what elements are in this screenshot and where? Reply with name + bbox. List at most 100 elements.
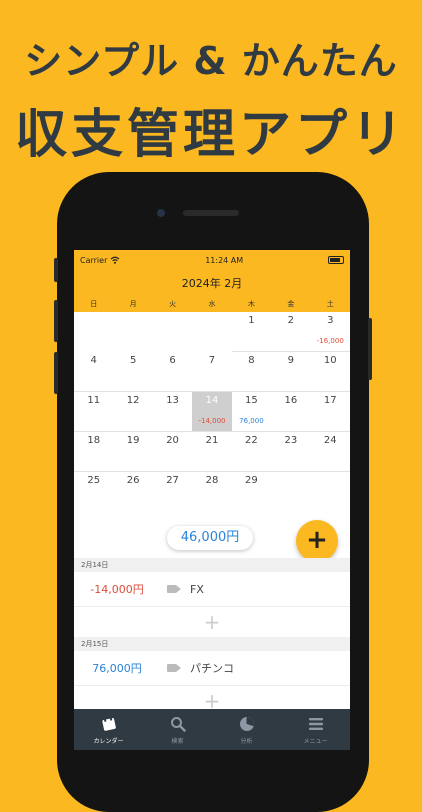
weekday-label: 金 (287, 300, 295, 308)
menu-icon (308, 715, 324, 733)
calendar-day-cell[interactable]: 5 (113, 352, 153, 392)
calendar-empty-cell (113, 312, 152, 352)
calendar-day-cell[interactable]: 11 (74, 392, 114, 432)
weekday-label: 水 (208, 300, 216, 308)
calendar-day-cell[interactable]: 19 (113, 432, 153, 472)
phone-volume-up-button (54, 300, 58, 342)
day-number: 9 (287, 355, 295, 366)
calendar-day-cell[interactable]: 29 (232, 472, 271, 512)
tab-calendar[interactable]: カレンダー (74, 709, 143, 750)
tag-icon (160, 664, 182, 672)
day-number: 25 (87, 475, 101, 486)
tab-search[interactable]: 検索 (143, 709, 212, 750)
day-number: 15 (245, 395, 258, 406)
calendar-empty-cell (271, 472, 310, 512)
day-number: 17 (323, 395, 337, 406)
entry-category: パチンコ (190, 662, 234, 675)
day-number: 3 (327, 315, 334, 326)
tab-bar: カレンダー 検索 分析 メニュー (74, 709, 350, 750)
day-number: 14 (205, 395, 219, 406)
headline-line-2: 収支管理アプリ (14, 105, 407, 165)
day-number: 1 (248, 315, 255, 326)
day-number: 16 (284, 395, 298, 406)
day-number: 12 (126, 395, 140, 406)
entry-row[interactable]: -14,000円 FX (74, 572, 350, 607)
calendar-day-cell[interactable]: 3 -16,000 (310, 312, 350, 352)
calendar-day-cell[interactable]: 10 (310, 352, 350, 392)
calendar-day-cell[interactable]: 24 (310, 432, 350, 472)
app-screen: Carrier 11:24 AM 2024年 2月 日月火水木金土 1 2 3 -16… (74, 250, 350, 750)
carrier-label: Carrier (80, 255, 108, 265)
day-number: 11 (87, 395, 101, 406)
calendar-day-cell[interactable]: 4 (74, 352, 114, 392)
calendar-day-cell[interactable]: 22 (231, 432, 272, 472)
wifi-icon (110, 256, 120, 264)
day-number: 23 (284, 435, 298, 446)
calendar-day-cell[interactable]: 28 (192, 472, 231, 512)
status-bar: Carrier 11:24 AM (74, 250, 350, 270)
weekday-label: 火 (169, 300, 177, 308)
day-number: 21 (205, 435, 219, 446)
calendar-empty-cell (192, 312, 231, 352)
tag-shape (166, 585, 181, 593)
calendar-day-cell[interactable]: 25 (74, 472, 113, 512)
calendar-day-cell[interactable]: 2 (271, 312, 311, 352)
calendar-day-cell[interactable]: 6 (152, 352, 193, 392)
calendar-empty-cell (311, 472, 350, 512)
day-number: 7 (208, 355, 216, 366)
day-number: 27 (166, 475, 179, 486)
calendar-day-cell[interactable]: 12 (113, 392, 153, 432)
calendar-day-cell[interactable]: 7 (192, 352, 232, 392)
day-number: 18 (87, 435, 101, 446)
calendar-day-cell[interactable]: 14 -14,000 (192, 392, 232, 432)
phone-power-button (368, 318, 372, 380)
day-number: 13 (166, 395, 179, 406)
day-amount: -14,000 (198, 417, 226, 425)
status-time: 11:24 AM (205, 255, 244, 265)
tab-label: 検索 (171, 737, 184, 745)
entry-row[interactable]: 76,000円 パチンコ (74, 651, 350, 686)
day-number: 4 (90, 355, 97, 366)
calendar-empty-cell (153, 312, 192, 352)
calendar-day-cell[interactable]: 23 (271, 432, 311, 472)
entry-amount: -14,000円 (90, 583, 144, 596)
calendar-grid: 1 2 3 -16,000 4 5 6 7 8 9 10 11 12 13 14 -14,000 15 76,00… (74, 312, 350, 512)
tab-label: カレンダー (93, 737, 124, 745)
calendar-day-cell[interactable]: 16 (271, 392, 311, 432)
calendar-day-cell[interactable]: 17 (310, 392, 350, 432)
tab-pie-chart[interactable]: 分析 (212, 709, 281, 750)
calendar-empty-cell (74, 312, 113, 352)
calendar-day-cell[interactable]: 18 (74, 432, 114, 472)
day-number: 28 (205, 475, 219, 486)
calendar-day-cell[interactable]: 1 (231, 312, 272, 352)
weekday-header: 日月火水木金土 (74, 297, 350, 312)
calendar-day-cell[interactable]: 15 76,000 (231, 392, 272, 432)
day-number: 8 (248, 355, 255, 366)
entry-date-header: 2月14日 (74, 558, 350, 572)
day-number: 20 (166, 435, 179, 446)
calendar-day-cell[interactable]: 9 (271, 352, 311, 392)
calendar-day-cell[interactable]: 13 (152, 392, 193, 432)
phone-volume-down-button (54, 352, 58, 394)
calendar-month-title[interactable]: 2024年 2月 (74, 270, 350, 297)
calendar-day-cell[interactable]: 26 (113, 472, 152, 512)
add-entry-row-button[interactable]: + (74, 607, 350, 637)
calendar-day-cell[interactable]: 21 (192, 432, 232, 472)
tab-menu[interactable]: メニュー (281, 709, 350, 750)
add-entry-button[interactable]: + (296, 520, 338, 562)
calendar-icon (101, 715, 117, 733)
day-number: 5 (129, 355, 137, 366)
battery-icon (328, 256, 344, 264)
day-number: 26 (126, 475, 140, 486)
front-camera (157, 209, 165, 217)
calendar-day-cell[interactable]: 27 (153, 472, 192, 512)
day-number: 19 (126, 435, 140, 446)
weekday-label: 月 (129, 300, 137, 308)
tab-label: メニュー (303, 737, 328, 745)
weekday-label: 日 (90, 300, 98, 308)
calendar-day-cell[interactable]: 20 (152, 432, 193, 472)
day-number: 2 (287, 315, 295, 326)
calendar-day-cell[interactable]: 8 (231, 352, 272, 392)
tag-shape (166, 664, 181, 672)
pie-chart-icon (239, 715, 255, 733)
